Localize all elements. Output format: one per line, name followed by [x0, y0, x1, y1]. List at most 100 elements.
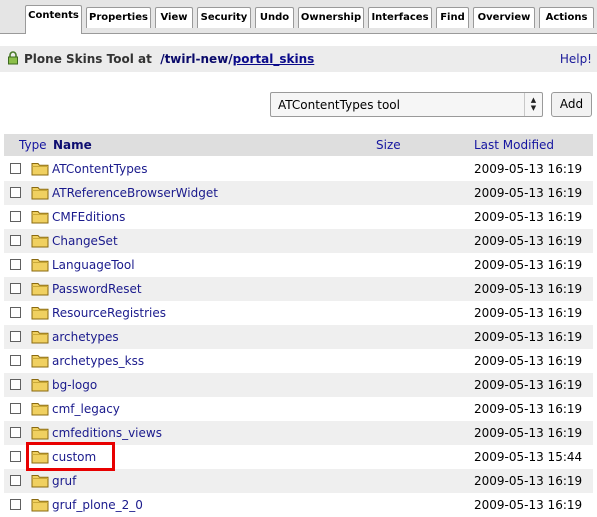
row-checkbox[interactable] [10, 211, 21, 222]
row-modified: 2009-05-13 16:19 [474, 354, 583, 368]
row-checkbox[interactable] [10, 283, 21, 294]
tab-contents[interactable]: Contents [25, 5, 82, 34]
row-name-link[interactable]: gruf [52, 473, 76, 489]
table-row: cmfeditions_views 2009-05-13 16:19 [4, 421, 593, 445]
row-name-link[interactable]: ChangeSet [52, 233, 118, 249]
title-bar: Plone Skins Tool at /twirl-new/portal_sk… [0, 46, 597, 72]
row-modified: 2009-05-13 16:19 [474, 186, 583, 200]
row-modified: 2009-05-13 16:19 [474, 402, 583, 416]
folder-icon [31, 163, 49, 176]
row-checkbox[interactable] [10, 355, 21, 366]
folder-icon [31, 307, 49, 320]
folder-icon [31, 499, 49, 512]
tab-properties[interactable]: Properties [86, 7, 151, 28]
row-checkbox[interactable] [10, 475, 21, 486]
header-size[interactable]: Size [376, 137, 401, 153]
breadcrumb-root[interactable]: /twirl-new/ [160, 52, 232, 66]
add-type-selected: ATContentTypes tool [278, 98, 400, 112]
header-type[interactable]: Type [19, 137, 47, 153]
row-checkbox[interactable] [10, 307, 21, 318]
row-modified: 2009-05-13 16:19 [474, 498, 583, 512]
folder-icon [31, 451, 49, 464]
updown-arrows-icon: ▲ ▼ [524, 93, 542, 116]
page-title: Plone Skins Tool at /twirl-new/portal_sk… [24, 51, 314, 67]
row-checkbox[interactable] [10, 163, 21, 174]
row-modified: 2009-05-13 16:19 [474, 258, 583, 272]
table-row: ResourceRegistries 2009-05-13 16:19 [4, 301, 593, 325]
row-modified: 2009-05-13 16:19 [474, 306, 583, 320]
row-name-link[interactable]: cmf_legacy [52, 401, 120, 417]
folder-icon [31, 235, 49, 248]
row-modified: 2009-05-13 16:19 [474, 234, 583, 248]
row-modified: 2009-05-13 16:19 [474, 474, 583, 488]
folder-icon [31, 259, 49, 272]
tab-undo[interactable]: Undo [255, 7, 294, 28]
folder-icon [31, 331, 49, 344]
row-modified: 2009-05-13 15:44 [474, 450, 583, 464]
row-checkbox[interactable] [10, 331, 21, 342]
tab-view[interactable]: View [155, 7, 193, 28]
help-link[interactable]: Help! [560, 51, 592, 67]
folder-icon [31, 427, 49, 440]
table-row: cmf_legacy 2009-05-13 16:19 [4, 397, 593, 421]
folder-icon [31, 187, 49, 200]
row-checkbox[interactable] [10, 427, 21, 438]
table-row: bg-logo 2009-05-13 16:19 [4, 373, 593, 397]
folder-icon [31, 283, 49, 296]
row-modified: 2009-05-13 16:19 [474, 330, 583, 344]
table-row: ATContentTypes 2009-05-13 16:19 [4, 157, 593, 181]
title-prefix: Plone Skins Tool at [24, 52, 152, 66]
table-row: ATReferenceBrowserWidget 2009-05-13 16:19 [4, 181, 593, 205]
table-row: archetypes_kss 2009-05-13 16:19 [4, 349, 593, 373]
table-row: CMFEditions 2009-05-13 16:19 [4, 205, 593, 229]
table-row: custom 2009-05-13 15:44 [4, 445, 593, 469]
row-checkbox[interactable] [10, 451, 21, 462]
tab-interfaces[interactable]: Interfaces [368, 7, 432, 28]
row-modified: 2009-05-13 16:19 [474, 282, 583, 296]
table-row: gruf_plone_2_0 2009-05-13 16:19 [4, 493, 593, 517]
row-checkbox[interactable] [10, 499, 21, 510]
tab-actions[interactable]: Actions [539, 7, 594, 28]
row-checkbox[interactable] [10, 235, 21, 246]
row-name-link[interactable]: gruf_plone_2_0 [52, 497, 143, 513]
tab-bar: Contents Properties View Security Undo O… [0, 0, 597, 34]
row-name-link[interactable]: custom [52, 449, 96, 465]
folder-icon [31, 355, 49, 368]
tab-find[interactable]: Find [436, 7, 469, 28]
header-name[interactable]: Name [53, 137, 92, 153]
row-name-link[interactable]: bg-logo [52, 377, 97, 393]
tab-overview[interactable]: Overview [473, 7, 535, 28]
table-row: archetypes 2009-05-13 16:19 [4, 325, 593, 349]
row-name-link[interactable]: LanguageTool [52, 257, 135, 273]
row-name-link[interactable]: ATReferenceBrowserWidget [52, 185, 218, 201]
row-checkbox[interactable] [10, 187, 21, 198]
folder-icon [31, 211, 49, 224]
table-row: gruf 2009-05-13 16:19 [4, 469, 593, 493]
lock-icon [8, 51, 18, 65]
header-modified[interactable]: Last Modified [474, 137, 554, 153]
breadcrumb-current[interactable]: portal_skins [233, 52, 315, 66]
folder-icon [31, 403, 49, 416]
row-checkbox[interactable] [10, 379, 21, 390]
row-name-link[interactable]: CMFEditions [52, 209, 125, 225]
row-name-link[interactable]: archetypes [52, 329, 119, 345]
table-row: ChangeSet 2009-05-13 16:19 [4, 229, 593, 253]
tab-security[interactable]: Security [197, 7, 251, 28]
row-modified: 2009-05-13 16:19 [474, 426, 583, 440]
table-row: LanguageTool 2009-05-13 16:19 [4, 253, 593, 277]
row-name-link[interactable]: ATContentTypes [52, 161, 147, 177]
row-name-link[interactable]: ResourceRegistries [52, 305, 166, 321]
tab-ownership[interactable]: Ownership [298, 7, 364, 28]
row-modified: 2009-05-13 16:19 [474, 378, 583, 392]
row-name-link[interactable]: archetypes_kss [52, 353, 144, 369]
row-checkbox[interactable] [10, 403, 21, 414]
row-checkbox[interactable] [10, 259, 21, 270]
row-modified: 2009-05-13 16:19 [474, 162, 583, 176]
add-type-select[interactable]: ATContentTypes tool ▲ ▼ [270, 92, 543, 117]
folder-icon [31, 475, 49, 488]
row-name-link[interactable]: PasswordReset [52, 281, 142, 297]
add-button[interactable]: Add [551, 92, 592, 117]
table-header: Type Name Size Last Modified [4, 134, 593, 156]
table-row: PasswordReset 2009-05-13 16:19 [4, 277, 593, 301]
row-name-link[interactable]: cmfeditions_views [52, 425, 162, 441]
